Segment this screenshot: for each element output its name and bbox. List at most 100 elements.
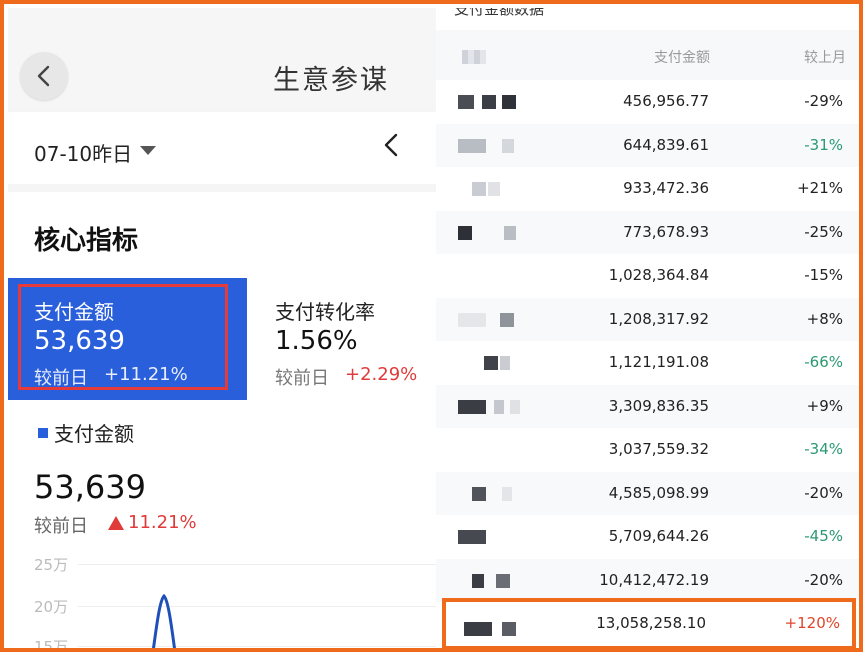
section-title: 核心指标 <box>34 226 139 256</box>
metric-label: 支付转化率 <box>275 300 375 324</box>
table-row[interactable]: 10,412,472.19 -20% <box>436 558 859 602</box>
table-row[interactable]: 5,709,644.26 -45% <box>436 515 859 559</box>
row-change: -20% <box>804 570 843 589</box>
blurred-name-cell <box>458 138 486 153</box>
metric-label: 支付金额 <box>34 300 114 324</box>
row-amount: 773,678.93 <box>623 222 709 241</box>
highlighted-table-row[interactable]: 13,058,258.10 +120% <box>442 598 856 648</box>
row-change: -34% <box>804 440 843 458</box>
row-amount: 1,208,317.92 <box>608 309 709 328</box>
row-change: +9% <box>806 396 843 415</box>
table-row[interactable]: 644,839.61 -31% <box>436 123 859 167</box>
metric-card-payment-amount[interactable]: 支付金额 53,639 较前日 +11.21% <box>8 278 247 400</box>
blurred-name-cell <box>494 399 504 414</box>
screenshot-frame: 生意参谋 07-10昨日 核心指标 支付金额 53,639 较前日 +11.21… <box>0 0 863 652</box>
row-amount: 644,839.61 <box>623 135 709 154</box>
series-compare-label: 较前日 <box>34 516 88 537</box>
row-amount: 5,709,644.26 <box>608 527 709 545</box>
table-header: 支付金额 较上月 <box>436 30 859 80</box>
blurred-name-cell <box>472 573 484 588</box>
series-value: 53,639 <box>34 468 146 506</box>
row-amount: 1,121,191.08 <box>608 353 709 371</box>
metric-compare-value: +11.21% <box>104 364 188 385</box>
table-row[interactable]: 1,028,364.84 -15% <box>436 254 859 298</box>
metric-value: 1.56% <box>275 326 358 356</box>
blurred-name-cell <box>504 225 516 240</box>
series-compare-value: 11.21% <box>128 512 197 533</box>
blurred-name-cell <box>458 225 472 240</box>
blurred-header-cell <box>462 50 486 64</box>
row-amount: 1,028,364.84 <box>608 266 709 284</box>
blurred-name-cell <box>458 399 486 414</box>
row-change: +120% <box>784 614 840 632</box>
table-row[interactable]: 1,208,317.92 +8% <box>436 297 859 341</box>
top-nav-bar: 生意参谋 <box>8 8 436 108</box>
table-row[interactable]: 933,472.36 +21% <box>436 167 859 211</box>
series-title: 支付金额 <box>54 422 134 446</box>
blurred-name-cell <box>500 312 514 327</box>
row-amount: 4,585,098.99 <box>608 483 709 502</box>
table-title: 支付金额数据 <box>454 8 545 18</box>
blurred-name-cell <box>464 622 492 636</box>
metric-value: 53,639 <box>34 326 125 356</box>
blurred-name-cell <box>458 530 486 544</box>
header-change: 较上月 <box>804 50 846 66</box>
legend-swatch <box>38 428 48 438</box>
blurred-name-cell <box>496 573 510 588</box>
table-row[interactable]: 1,121,191.08 -66% <box>436 341 859 385</box>
table-row[interactable]: 3,309,836.35 +9% <box>436 384 859 428</box>
metric-compare-value: +2.29% <box>345 364 418 385</box>
table-row[interactable]: 456,956.77 -29% <box>436 80 859 124</box>
metric-card-conversion-rate[interactable]: 支付转化率 1.56% 较前日 +2.29% <box>247 278 436 400</box>
row-change: -25% <box>804 222 843 241</box>
caret-down-icon[interactable] <box>140 146 156 155</box>
gridline <box>78 564 436 565</box>
row-amount: 10,412,472.19 <box>599 570 709 589</box>
left-panel: 生意参谋 07-10昨日 核心指标 支付金额 53,639 较前日 +11.21… <box>8 8 436 648</box>
blurred-name-cell <box>458 312 486 327</box>
blurred-name-cell <box>472 182 486 196</box>
date-selector[interactable]: 07-10昨日 <box>34 138 132 167</box>
row-amount: 3,037,559.32 <box>608 440 709 458</box>
up-triangle-icon <box>108 516 124 530</box>
blurred-name-cell <box>502 95 516 109</box>
date-selector-bar: 07-10昨日 <box>8 112 436 184</box>
table-row[interactable]: 3,037,559.32 -34% <box>436 428 859 472</box>
blurred-name-cell <box>458 95 474 109</box>
blurred-name-cell <box>482 95 496 109</box>
trend-line <box>152 593 176 648</box>
row-change: -15% <box>804 266 843 284</box>
blurred-name-cell <box>502 622 516 636</box>
table-row[interactable]: 4,585,098.99 -20% <box>436 471 859 515</box>
blurred-name-cell <box>502 138 514 153</box>
metric-compare-label: 较前日 <box>275 368 329 389</box>
row-change: -45% <box>804 527 843 545</box>
row-change: -31% <box>804 135 843 154</box>
row-change: -20% <box>804 483 843 502</box>
row-change: +21% <box>797 179 843 197</box>
blurred-name-cell <box>472 486 486 501</box>
blurred-name-cell <box>484 356 498 370</box>
y-axis-tick: 25万 <box>34 556 69 574</box>
row-amount: 13,058,258.10 <box>596 614 706 632</box>
table-body: 456,956.77 -29% 644,839.61 -31% 933,472.36 +2… <box>436 80 859 602</box>
metric-compare-label: 较前日 <box>34 368 88 389</box>
blurred-name-cell <box>502 486 512 501</box>
table-row[interactable]: 773,678.93 -25% <box>436 210 859 254</box>
row-change: +8% <box>806 309 843 328</box>
right-panel: 支付金额数据 支付金额 较上月 456,956.77 -29% 644,839.61… <box>436 8 859 648</box>
chevron-left-icon[interactable] <box>380 132 402 158</box>
blurred-name-cell <box>510 399 520 414</box>
blurred-name-cell <box>500 356 510 370</box>
row-amount: 3,309,836.35 <box>608 396 709 415</box>
row-amount: 456,956.77 <box>623 92 709 110</box>
core-metrics-section: 核心指标 支付金额 53,639 较前日 +11.21% 支付转化率 1.56%… <box>8 192 436 648</box>
chevron-left-icon <box>37 65 50 87</box>
row-change: -29% <box>804 92 843 110</box>
page-title: 生意参谋 <box>273 65 389 96</box>
blurred-name-cell <box>488 182 500 196</box>
header-amount: 支付金额 <box>654 50 710 66</box>
row-amount: 933,472.36 <box>623 179 709 197</box>
back-button[interactable] <box>20 52 68 100</box>
row-change: -66% <box>804 353 843 371</box>
